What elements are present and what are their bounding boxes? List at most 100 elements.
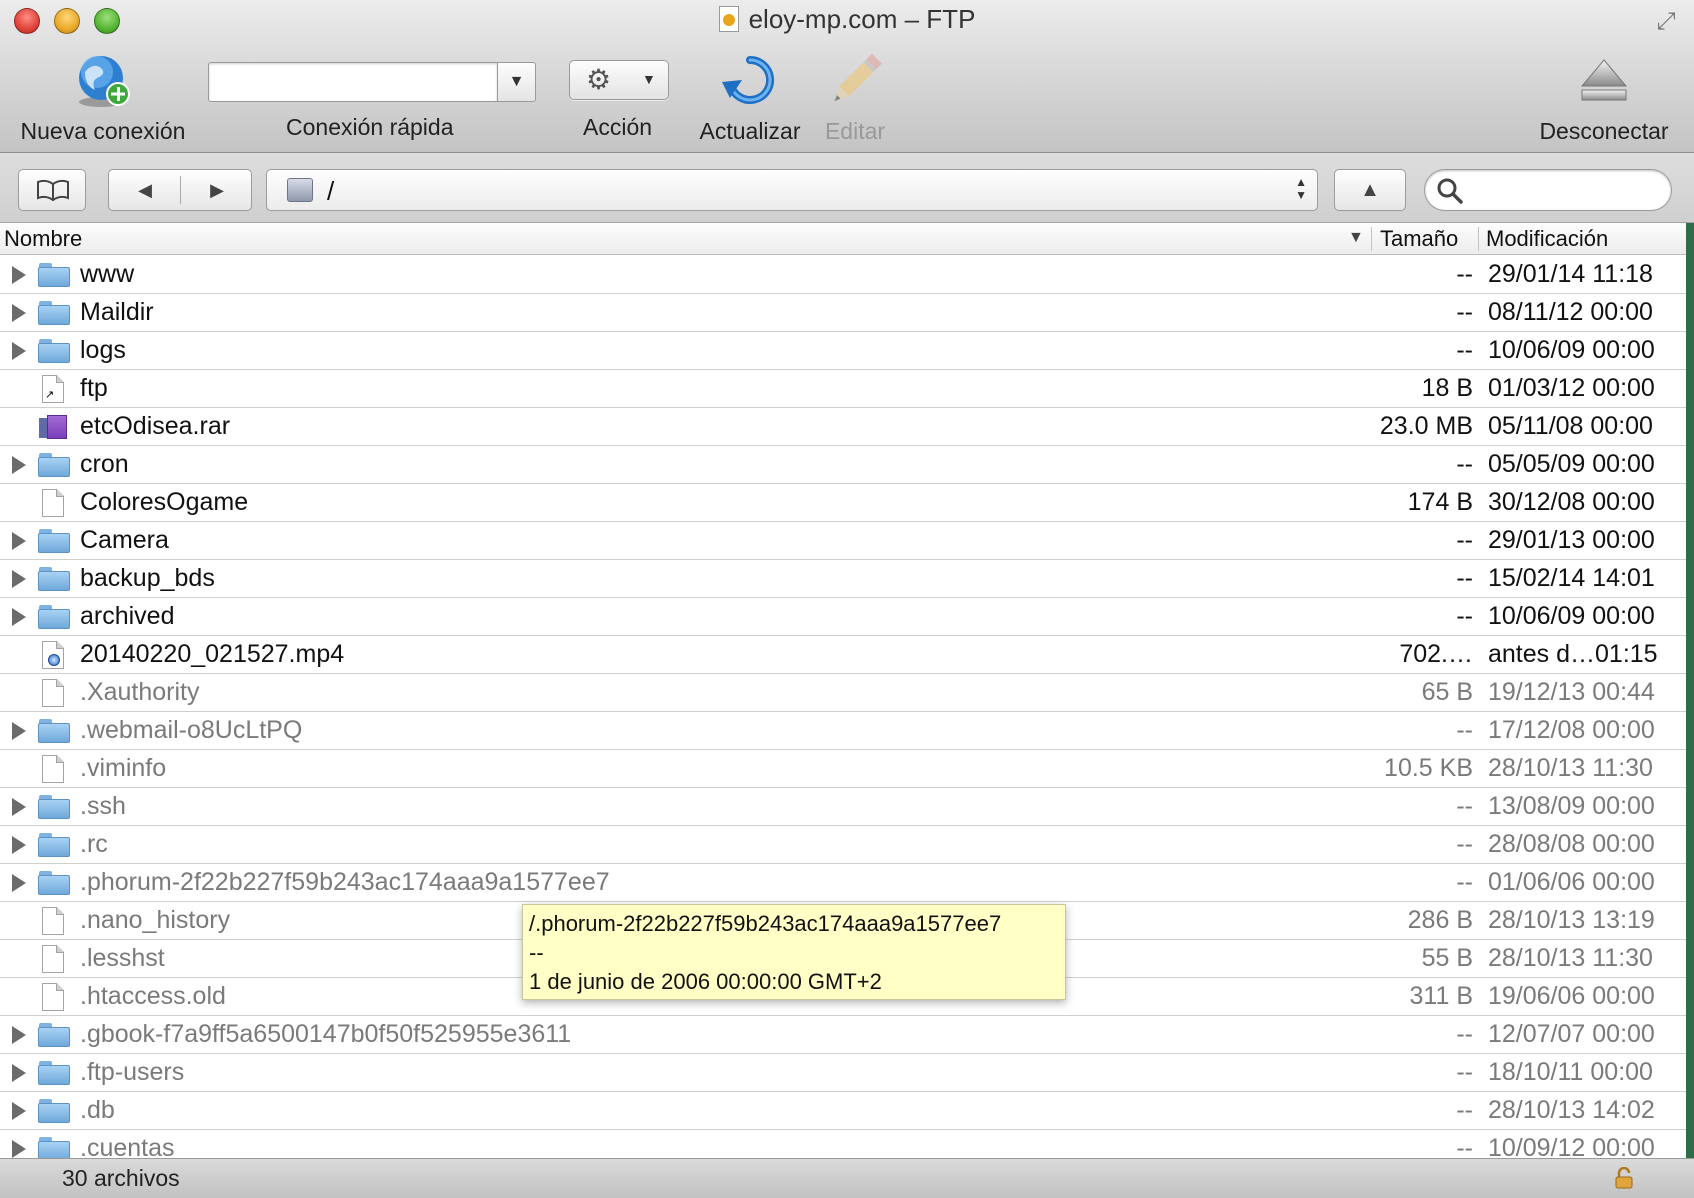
column-separator[interactable] — [1478, 227, 1479, 251]
file-row[interactable]: backup_bds -- 15/02/14 14:01 — [0, 560, 1686, 598]
file-row[interactable]: 20140220_021527.mp4 702.… antes d…01:15 — [0, 636, 1686, 674]
file-row[interactable]: archived -- 10/06/09 00:00 — [0, 598, 1686, 636]
file-row[interactable]: .phorum-2f22b227f59b243ac174aaa9a1577ee7… — [0, 864, 1686, 902]
folder-icon — [38, 565, 70, 593]
file-row[interactable]: .db -- 28/10/13 14:02 — [0, 1092, 1686, 1130]
folder-icon — [38, 793, 70, 821]
column-name[interactable]: Nombre — [4, 226, 82, 252]
search-input[interactable] — [1424, 169, 1672, 211]
file-size: 311 B — [1409, 982, 1473, 1010]
disclosure-triangle-icon[interactable] — [12, 1026, 26, 1044]
file-name: etcOdisea.rar — [80, 412, 231, 440]
folder-icon — [38, 869, 70, 897]
quick-connect-label: Conexión rápida — [286, 114, 454, 140]
file-row[interactable]: Maildir -- 08/11/12 00:00 — [0, 294, 1686, 332]
file-size: 174 B — [1407, 488, 1473, 516]
disclosure-triangle-icon[interactable] — [12, 798, 26, 816]
disclosure-triangle-icon[interactable] — [12, 836, 26, 854]
file-row[interactable]: cron -- 05/05/09 00:00 — [0, 446, 1686, 484]
back-forward-control: ◀ ▶ — [108, 169, 252, 211]
lock-icon[interactable] — [1614, 1167, 1634, 1189]
path-text: / — [327, 176, 335, 206]
sort-descending-icon[interactable]: ▼ — [1348, 229, 1364, 247]
file-row[interactable]: Camera -- 29/01/13 00:00 — [0, 522, 1686, 560]
file-size: 65 B — [1421, 678, 1473, 706]
parent-folder-button[interactable]: ▲ — [1334, 169, 1406, 211]
file-row[interactable]: .rc -- 28/08/08 00:00 — [0, 826, 1686, 864]
file-modified: 28/10/13 11:30 — [1488, 754, 1653, 782]
disconnect-label: Desconectar — [1539, 118, 1669, 144]
file-tooltip: /.phorum-2f22b227f59b243ac174aaa9a1577ee… — [522, 904, 1066, 1000]
path-selector[interactable]: / ▲ ▼ — [266, 169, 1318, 211]
column-size[interactable]: Tamaño — [1380, 226, 1458, 252]
folder-icon — [38, 831, 70, 859]
file-size: 286 B — [1407, 906, 1473, 934]
refresh-label: Actualizar — [699, 118, 801, 144]
disclosure-triangle-icon[interactable] — [12, 1064, 26, 1082]
disclosure-triangle-icon[interactable] — [12, 722, 26, 740]
fullscreen-icon[interactable]: ⤢ — [1652, 8, 1680, 36]
disclosure-triangle-icon[interactable] — [12, 266, 26, 284]
folder-icon — [38, 603, 70, 631]
column-modified[interactable]: Modificación — [1486, 226, 1608, 252]
file-size: -- — [1456, 830, 1473, 858]
disclosure-triangle-icon[interactable] — [12, 304, 26, 322]
file-row[interactable]: .ssh -- 13/08/09 00:00 — [0, 788, 1686, 826]
file-size: -- — [1456, 602, 1473, 630]
disclosure-triangle-icon[interactable] — [12, 342, 26, 360]
forward-arrow-icon[interactable]: ▶ — [181, 170, 253, 210]
file-row[interactable]: .cuentas -- 10/09/12 00:00 — [0, 1130, 1686, 1158]
file-row[interactable]: .viminfo 10.5 KB 28/10/13 11:30 — [0, 750, 1686, 788]
file-name: .ftp-users — [80, 1058, 185, 1086]
file-name: Camera — [80, 526, 169, 554]
file-size: 702.… — [1399, 640, 1473, 668]
disclosure-triangle-icon[interactable] — [12, 608, 26, 626]
quick-connect-dropdown[interactable]: ▼ — [498, 62, 536, 102]
file-modified: 28/10/13 14:02 — [1488, 1096, 1655, 1124]
file-name: ColoresOgame — [80, 488, 249, 516]
back-arrow-icon[interactable]: ◀ — [109, 170, 181, 210]
file-size: 10.5 KB — [1384, 754, 1473, 782]
file-row[interactable]: .webmail-o8UcLtPQ -- 17/12/08 00:00 — [0, 712, 1686, 750]
file-list: www -- 29/01/14 11:18 Maildir -- 08/11/12 00:… — [0, 256, 1686, 1158]
refresh-button[interactable]: Actualizar — [690, 52, 810, 145]
disclosure-triangle-icon[interactable] — [12, 874, 26, 892]
file-name: .htaccess.old — [80, 982, 226, 1010]
bookmarks-button[interactable] — [18, 169, 86, 211]
new-connection-button[interactable]: Nueva conexión — [18, 52, 188, 145]
file-row[interactable]: .ftp-users -- 18/10/11 00:00 — [0, 1054, 1686, 1092]
file-row[interactable]: .gbook-f7a9ff5a6500147b0f50f525955e3611 -… — [0, 1016, 1686, 1054]
tooltip-size: -- — [529, 940, 544, 965]
file-modified: 08/11/12 00:00 — [1488, 298, 1653, 326]
window-title-text: eloy-mp.com – FTP — [748, 4, 976, 34]
file-row[interactable]: etcOdisea.rar 23.0 MB 05/11/08 00:00 — [0, 408, 1686, 446]
file-size: -- — [1456, 564, 1473, 592]
file-modified: 10/09/12 00:00 — [1488, 1134, 1655, 1158]
file-size: -- — [1456, 868, 1473, 896]
edit-button[interactable]: Editar — [815, 52, 895, 145]
quick-connect-input[interactable] — [208, 62, 498, 102]
disclosure-triangle-icon[interactable] — [12, 1102, 26, 1120]
column-separator[interactable] — [1371, 227, 1372, 251]
disclosure-triangle-icon[interactable] — [12, 532, 26, 550]
disclosure-triangle-icon[interactable] — [12, 456, 26, 474]
file-size: 55 B — [1421, 944, 1473, 972]
file-row[interactable]: .Xauthority 65 B 19/12/13 00:44 — [0, 674, 1686, 712]
action-menu-button[interactable]: ⚙ ▼ — [569, 60, 669, 100]
file-row[interactable]: logs -- 10/06/09 00:00 — [0, 332, 1686, 370]
file-row[interactable]: ↗ ftp 18 B 01/03/12 00:00 — [0, 370, 1686, 408]
folder-icon — [38, 261, 70, 289]
file-modified: 13/08/09 00:00 — [1488, 792, 1655, 820]
file-row[interactable]: ColoresOgame 174 B 30/12/08 00:00 — [0, 484, 1686, 522]
disclosure-triangle-icon[interactable] — [12, 570, 26, 588]
folder-icon — [38, 1059, 70, 1087]
file-name: cron — [80, 450, 129, 478]
disclosure-triangle-icon[interactable] — [12, 1140, 26, 1158]
disk-icon — [287, 178, 313, 202]
file-name: .ssh — [80, 792, 126, 820]
file-modified: antes d…01:15 — [1488, 640, 1658, 668]
file-row[interactable]: www -- 29/01/14 11:18 — [0, 256, 1686, 294]
disconnect-button[interactable]: Desconectar — [1532, 52, 1676, 145]
file-size: 23.0 MB — [1379, 412, 1473, 440]
chevron-down-icon: ▼ — [508, 73, 525, 90]
